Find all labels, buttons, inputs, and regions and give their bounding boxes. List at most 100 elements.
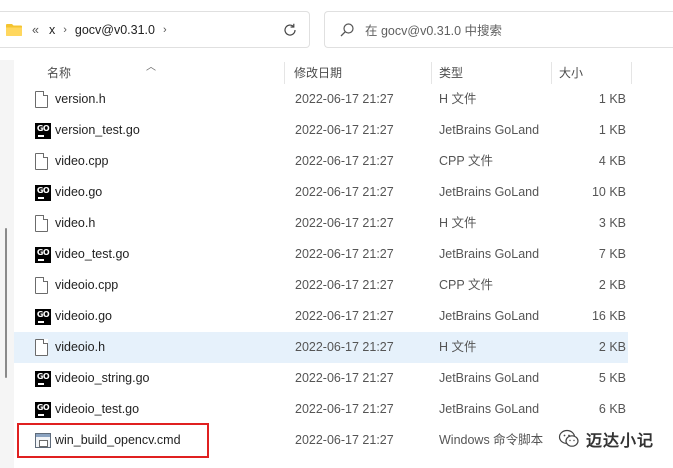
file-modified: 2022-06-17 21:27 — [295, 278, 394, 292]
goland-file-icon: GO — [35, 371, 51, 388]
file-size: 4 KB — [598, 154, 626, 168]
file-modified: 2022-06-17 21:27 — [295, 154, 394, 168]
column-header-size[interactable]: 大小 — [559, 60, 583, 86]
file-type: CPP 文件 — [439, 278, 493, 292]
file-modified: 2022-06-17 21:27 — [295, 185, 394, 199]
file-name: videoio.cpp — [55, 278, 119, 292]
file-modified: 2022-06-17 21:27 — [295, 92, 394, 106]
wechat-logo-icon — [558, 428, 580, 450]
file-row[interactable]: video.h 2022-06-17 21:27 H 文件 3 KB — [14, 208, 628, 239]
go-icon-label: GO — [35, 123, 51, 139]
file-size: 16 KB — [591, 309, 626, 323]
breadcrumb-overflow[interactable]: « — [32, 23, 39, 37]
file-name: videoio.h — [55, 340, 106, 354]
highlight-box — [17, 423, 209, 458]
scrollbar-thumb[interactable] — [5, 228, 7, 378]
search-placeholder: 在 gocv@v0.31.0 中搜索 — [365, 24, 503, 38]
file-name: videoio.go — [55, 309, 112, 323]
file-row[interactable]: GO video.go 2022-06-17 21:27 JetBrains GoLa… — [14, 177, 628, 208]
column-header-modified[interactable]: 修改日期 — [294, 60, 342, 86]
file-size: 1 KB — [598, 123, 626, 137]
file-type: JetBrains GoLand — [439, 123, 540, 137]
document-icon — [35, 215, 50, 232]
goland-file-icon: GO — [35, 185, 51, 202]
file-modified: 2022-06-17 21:27 — [295, 402, 394, 416]
file-row[interactable]: GO videoio_test.go 2022-06-17 21:27 JetBrai… — [14, 394, 628, 425]
file-size: 7 KB — [598, 247, 626, 261]
file-row[interactable]: GO videoio.go 2022-06-17 21:27 JetBrains Go… — [14, 301, 628, 332]
file-size: 3 KB — [598, 216, 626, 230]
goland-file-icon: GO — [35, 123, 51, 140]
column-divider[interactable] — [431, 62, 432, 84]
file-name: video.go — [55, 185, 103, 199]
file-row[interactable]: GO version_test.go 2022-06-17 21:27 JetBrai… — [14, 115, 628, 146]
column-headers: 名称 修改日期 类型 大小 — [14, 60, 673, 86]
document-icon — [35, 339, 50, 356]
file-type: Windows 命令脚本 — [439, 433, 544, 447]
file-row[interactable]: video.cpp 2022-06-17 21:27 CPP 文件 4 KB — [14, 146, 628, 177]
go-icon-label: GO — [35, 185, 51, 201]
file-type: JetBrains GoLand — [439, 185, 540, 199]
go-icon-label: GO — [35, 402, 51, 418]
file-name: version_test.go — [55, 123, 140, 137]
breadcrumb-item-x[interactable]: x — [49, 23, 55, 37]
file-name: videoio_string.go — [55, 371, 150, 385]
navigation-pane-edge — [0, 60, 14, 468]
file-row[interactable]: GO videoio_string.go 2022-06-17 21:27 JetBr… — [14, 363, 628, 394]
search-box[interactable]: 在 gocv@v0.31.0 中搜索 — [324, 11, 673, 48]
file-type: JetBrains GoLand — [439, 402, 540, 416]
column-header-name[interactable]: 名称 — [47, 60, 71, 86]
document-icon — [35, 277, 50, 294]
go-icon-label: GO — [35, 371, 51, 387]
file-type: H 文件 — [439, 340, 477, 354]
goland-file-icon: GO — [35, 402, 51, 419]
goland-file-icon: GO — [35, 247, 51, 264]
refresh-icon[interactable] — [281, 21, 299, 39]
goland-file-icon: GO — [35, 309, 51, 326]
file-modified: 2022-06-17 21:27 — [295, 433, 394, 447]
file-name: video.h — [55, 216, 96, 230]
file-type: H 文件 — [439, 216, 477, 230]
file-size: 2 KB — [598, 278, 626, 292]
go-icon-label: GO — [35, 247, 51, 263]
file-size: 5 KB — [598, 371, 626, 385]
file-type: JetBrains GoLand — [439, 247, 540, 261]
file-size: 1 KB — [598, 92, 626, 106]
file-modified: 2022-06-17 21:27 — [295, 123, 394, 137]
file-type: JetBrains GoLand — [439, 309, 540, 323]
file-row[interactable]: version.h 2022-06-17 21:27 H 文件 1 KB — [14, 84, 628, 115]
file-name: version.h — [55, 92, 106, 106]
column-divider[interactable] — [631, 62, 632, 84]
column-header-type[interactable]: 类型 — [439, 60, 463, 86]
document-icon — [35, 153, 50, 170]
address-bar[interactable]: « x › gocv@v0.31.0 › — [0, 11, 310, 48]
file-type: H 文件 — [439, 92, 477, 106]
watermark-text: 迈达小记 — [586, 433, 655, 450]
address-toolbar: « x › gocv@v0.31.0 › 在 gocv@v0.31.0 中搜索 — [0, 0, 673, 52]
go-icon-label: GO — [35, 309, 51, 325]
file-name: video.cpp — [55, 154, 109, 168]
folder-icon — [6, 23, 22, 36]
file-size: 6 KB — [598, 402, 626, 416]
watermark: 迈达小记 — [558, 427, 654, 451]
column-divider[interactable] — [551, 62, 552, 84]
file-row[interactable]: videoio.cpp 2022-06-17 21:27 CPP 文件 2 KB — [14, 270, 628, 301]
breadcrumb-item-current[interactable]: gocv@v0.31.0 — [75, 23, 155, 37]
file-modified: 2022-06-17 21:27 — [295, 247, 394, 261]
breadcrumb-separator[interactable]: › — [63, 24, 67, 36]
file-row[interactable]: videoio.h 2022-06-17 21:27 H 文件 2 KB — [14, 332, 628, 363]
file-size: 10 KB — [591, 185, 626, 199]
file-size: 2 KB — [598, 340, 626, 354]
file-row[interactable]: GO video_test.go 2022-06-17 21:27 JetBrains… — [14, 239, 628, 270]
file-modified: 2022-06-17 21:27 — [295, 216, 394, 230]
file-name: videoio_test.go — [55, 402, 140, 416]
file-type: JetBrains GoLand — [439, 371, 540, 385]
file-modified: 2022-06-17 21:27 — [295, 340, 394, 354]
document-icon — [35, 91, 50, 108]
file-name: video_test.go — [55, 247, 130, 261]
breadcrumb-separator[interactable]: › — [163, 24, 167, 36]
search-icon — [339, 22, 355, 38]
file-type: CPP 文件 — [439, 154, 493, 168]
column-divider[interactable] — [284, 62, 285, 84]
file-modified: 2022-06-17 21:27 — [295, 309, 394, 323]
